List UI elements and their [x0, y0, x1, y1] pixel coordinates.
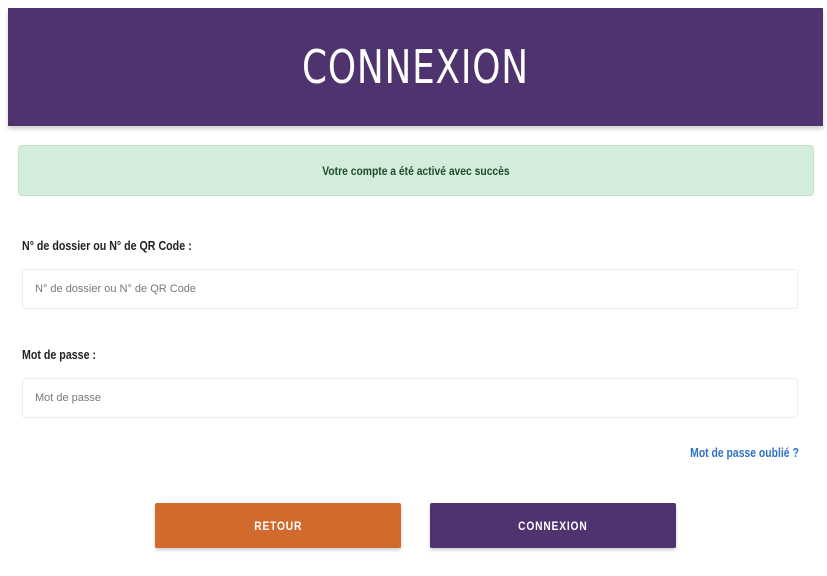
password-label: Mot de passe :: [22, 347, 97, 362]
password-input[interactable]: [22, 378, 798, 418]
forgot-password-link[interactable]: Mot de passe oublié ?: [690, 445, 799, 460]
login-page: CONNEXION Votre compte a été activé avec…: [0, 0, 827, 576]
success-alert-message: Votre compte a été activé avec succès: [322, 163, 510, 178]
back-button-label: RETOUR: [253, 518, 302, 533]
success-alert: Votre compte a été activé avec succès: [18, 145, 814, 196]
login-button[interactable]: CONNEXION: [430, 503, 676, 548]
page-title: CONNEXION: [302, 40, 529, 94]
back-button[interactable]: RETOUR: [155, 503, 401, 548]
dossier-number-label: N° de dossier ou N° de QR Code :: [22, 238, 192, 253]
dossier-number-input[interactable]: [22, 269, 798, 309]
page-header: CONNEXION: [8, 8, 823, 126]
login-button-label: CONNEXION: [518, 518, 588, 533]
